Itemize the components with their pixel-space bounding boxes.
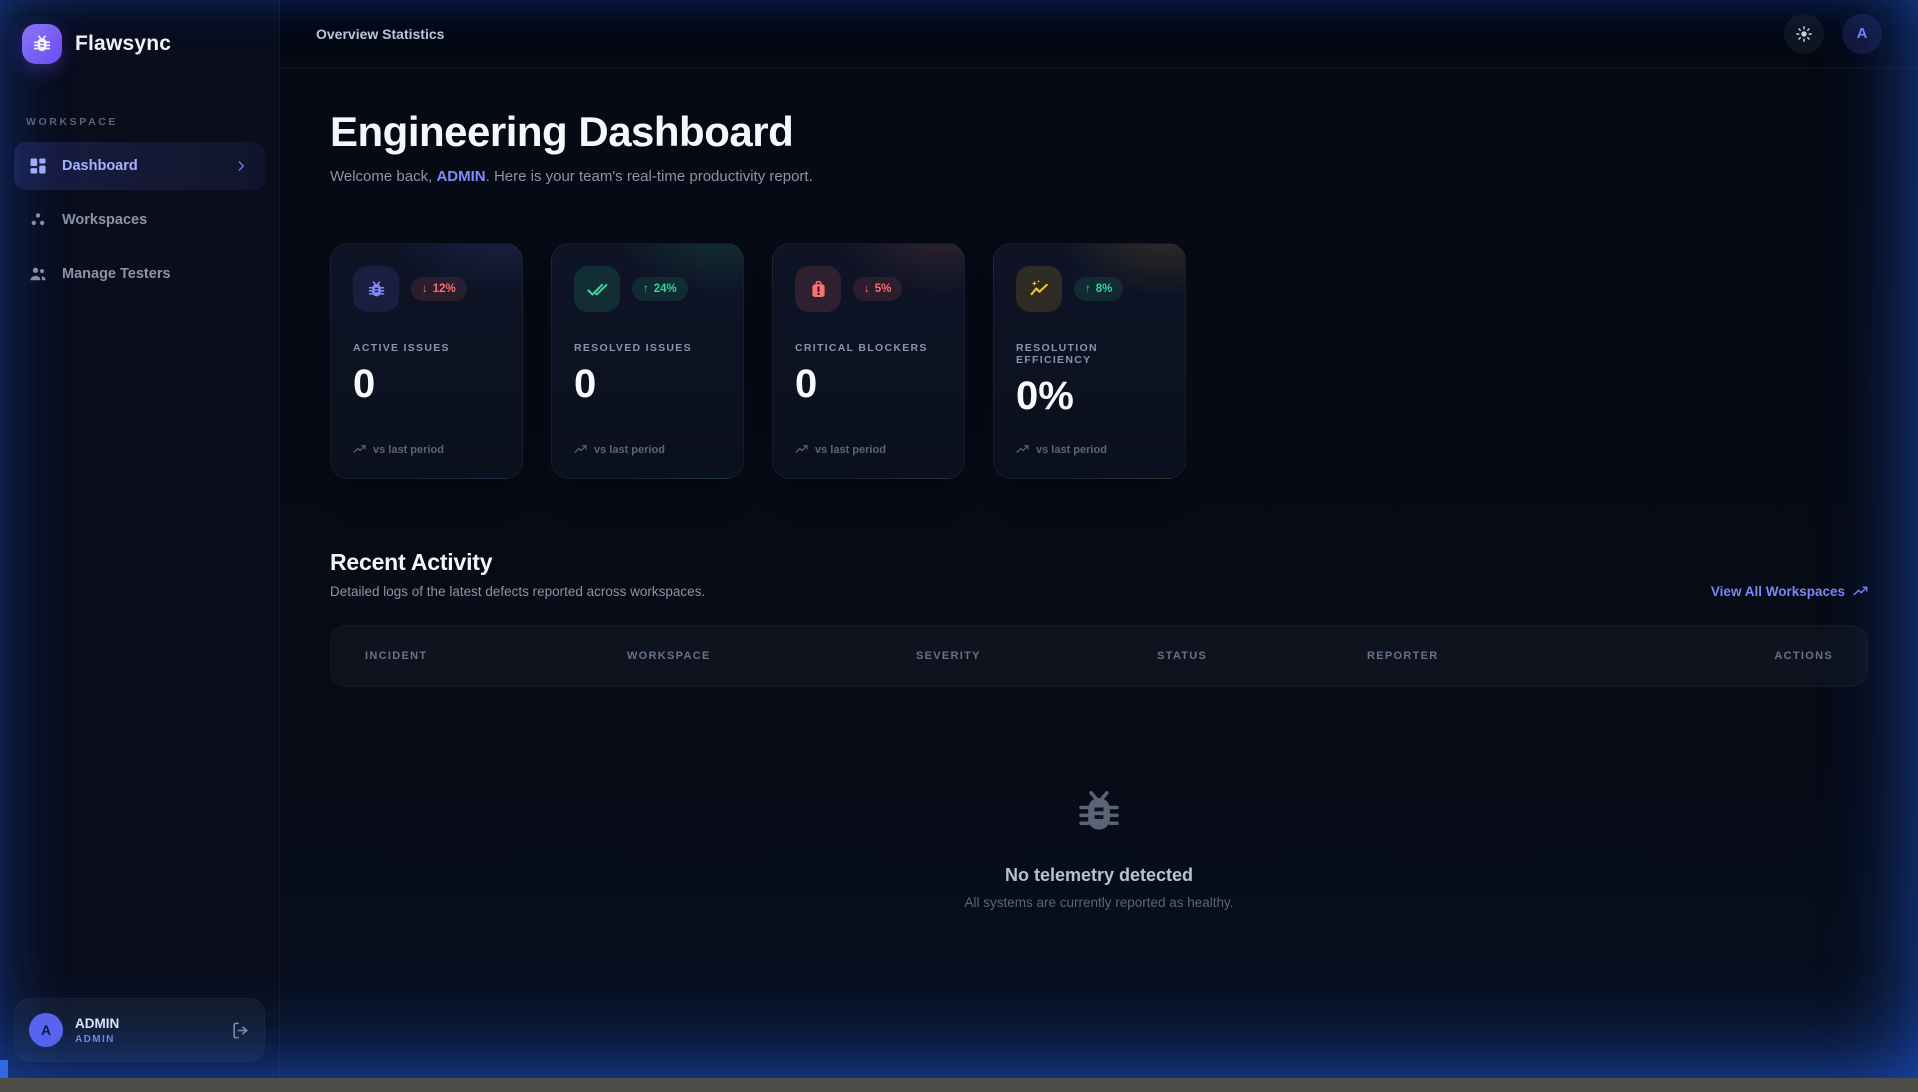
arrow-down-icon: ↓: [422, 283, 428, 295]
activity-title: Recent Activity: [330, 549, 705, 576]
column-header-status: STATUS: [1157, 650, 1367, 662]
recent-activity-section: Recent Activity Detailed logs of the lat…: [330, 549, 1868, 910]
sidebar: Flawsync WORKSPACE Dashboard: [0, 0, 280, 1078]
delta-badge: ↓5%: [853, 277, 902, 301]
trending-up-icon: [1853, 584, 1868, 599]
sidebar-item-workspaces[interactable]: Workspaces: [14, 196, 265, 244]
trending-up-icon: [795, 443, 808, 456]
view-all-workspaces-link[interactable]: View All Workspaces: [1711, 584, 1868, 599]
bug-icon: [31, 33, 53, 55]
delta-badge: ↑24%: [632, 277, 688, 301]
welcome-username: ADMIN: [436, 168, 485, 185]
arrow-up-icon: ↑: [1085, 283, 1091, 295]
stat-footnote: vs last period: [1016, 443, 1163, 456]
logout-icon: [231, 1021, 250, 1040]
cluster-dots-icon: [28, 210, 48, 230]
column-header-actions: ACTIONS: [1774, 650, 1833, 662]
stat-card-critical-blockers: ↓5% CRITICAL BLOCKERS 0 vs last period: [772, 243, 965, 479]
user-avatar: A: [29, 1013, 63, 1047]
user-name: ADMIN: [75, 1016, 119, 1031]
trending-up-icon: [574, 443, 587, 456]
sidebar-nav: Dashboard Works: [14, 142, 265, 298]
empty-state-title: No telemetry detected: [1005, 865, 1193, 886]
topbar-title: Overview Statistics: [316, 26, 444, 42]
activity-heading: Recent Activity Detailed logs of the lat…: [330, 549, 705, 599]
sidebar-item-label: Dashboard: [62, 158, 138, 174]
screen-edge-artifact: [0, 1060, 8, 1078]
check-check-icon: [574, 266, 620, 312]
activity-subtitle: Detailed logs of the latest defects repo…: [330, 584, 705, 599]
stat-value: 0%: [1016, 374, 1163, 419]
theme-toggle-button[interactable]: [1784, 14, 1824, 54]
arrow-down-icon: ↓: [864, 283, 870, 295]
welcome-text: Welcome back, ADMIN. Here is your team's…: [330, 168, 1868, 185]
topbar-avatar[interactable]: A: [1842, 14, 1882, 54]
stat-footnote: vs last period: [353, 443, 500, 456]
bottom-screen-strip: [0, 1078, 1918, 1092]
trending-up-icon: [353, 443, 366, 456]
stat-value: 0: [353, 362, 500, 407]
stat-footnote: vs last period: [574, 443, 721, 456]
stat-label: RESOLUTION EFFICIENCY: [1016, 342, 1163, 366]
stat-label: ACTIVE ISSUES: [353, 342, 500, 354]
bug-icon: [1072, 785, 1126, 839]
sidebar-spacer: [14, 298, 265, 998]
user-card: A ADMIN ADMIN: [14, 998, 265, 1062]
topbar: Overview Statistics: [280, 0, 1918, 68]
page-content: Engineering Dashboard Welcome back, ADMI…: [280, 68, 1918, 1078]
brand-name: Flawsync: [75, 32, 171, 56]
user-role: ADMIN: [75, 1034, 119, 1045]
sun-icon: [1795, 25, 1813, 43]
trending-up-icon: [1016, 443, 1029, 456]
brand-logo: [22, 24, 62, 64]
column-header-reporter: REPORTER: [1367, 650, 1774, 662]
stat-card-resolved-issues: ↑24% RESOLVED ISSUES 0 vs last period: [551, 243, 744, 479]
column-header-severity: SEVERITY: [916, 650, 1157, 662]
activity-table-header: INCIDENT WORKSPACE SEVERITY STATUS REPOR…: [330, 625, 1868, 687]
topbar-actions: A: [1784, 14, 1882, 54]
delta-badge: ↑8%: [1074, 277, 1123, 301]
stat-label: RESOLVED ISSUES: [574, 342, 721, 354]
empty-state: No telemetry detected All systems are cu…: [330, 785, 1868, 910]
main-area: Overview Statistics: [280, 0, 1918, 1078]
logout-button[interactable]: [231, 1021, 250, 1040]
stat-value: 0: [795, 362, 942, 407]
page-title: Engineering Dashboard: [330, 108, 1868, 156]
stat-label: CRITICAL BLOCKERS: [795, 342, 942, 354]
column-header-workspace: WORKSPACE: [627, 650, 916, 662]
column-header-incident: INCIDENT: [365, 650, 627, 662]
sidebar-item-manage-testers[interactable]: Manage Testers: [14, 250, 265, 298]
bug-icon: [353, 266, 399, 312]
sidebar-item-label: Workspaces: [62, 212, 147, 228]
screen: Flawsync WORKSPACE Dashboard: [0, 0, 1918, 1092]
alert-case-icon: [795, 266, 841, 312]
layout-dashboard-icon: [28, 156, 48, 176]
sidebar-section-label: WORKSPACE: [14, 116, 265, 128]
users-icon: [28, 264, 48, 284]
stat-card-active-issues: ↓12% ACTIVE ISSUES 0 vs last period: [330, 243, 523, 479]
sparkle-trend-icon: [1016, 266, 1062, 312]
stat-card-resolution-efficiency: ↑8% RESOLUTION EFFICIENCY 0% vs last per…: [993, 243, 1186, 479]
arrow-up-icon: ↑: [643, 283, 649, 295]
sidebar-item-label: Manage Testers: [62, 266, 171, 282]
stat-footnote: vs last period: [795, 443, 942, 456]
stats-grid: ↓12% ACTIVE ISSUES 0 vs last period: [330, 243, 1868, 479]
chevron-right-icon: [231, 159, 251, 173]
app-window: Flawsync WORKSPACE Dashboard: [0, 0, 1918, 1078]
delta-badge: ↓12%: [411, 277, 467, 301]
user-meta: ADMIN ADMIN: [75, 1016, 119, 1045]
brand: Flawsync: [14, 24, 265, 64]
sidebar-item-dashboard[interactable]: Dashboard: [14, 142, 265, 190]
empty-state-subtitle: All systems are currently reported as he…: [964, 895, 1233, 910]
stat-value: 0: [574, 362, 721, 407]
